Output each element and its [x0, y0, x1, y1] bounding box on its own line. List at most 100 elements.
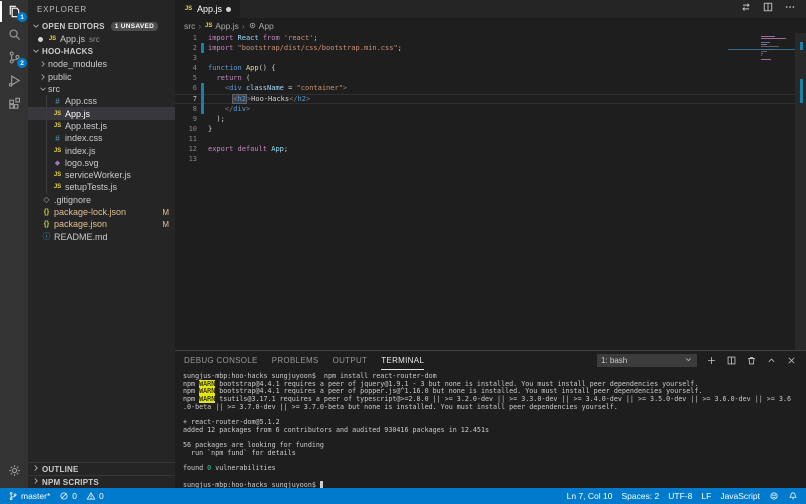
tree-file-index-js[interactable]: JS index.js	[28, 144, 175, 156]
unsaved-dot-icon[interactable]	[226, 6, 232, 12]
editor-scrollbar[interactable]	[795, 33, 806, 350]
outline-section-header[interactable]: OUTLINE	[28, 462, 175, 475]
file-label: logo.svg	[65, 157, 99, 168]
status-eol[interactable]: LF	[701, 491, 711, 501]
panel-tab-debug-console[interactable]: DEBUG CONSOLE	[184, 351, 258, 370]
status-language-mode[interactable]: JavaScript	[720, 491, 760, 501]
new-terminal-icon[interactable]	[706, 355, 717, 366]
tree-file--gitignore[interactable]: ◇ .gitignore	[28, 194, 175, 206]
status-label: JavaScript	[720, 491, 760, 501]
modified-overview-mark	[800, 79, 803, 103]
status-notifications[interactable]	[788, 491, 798, 501]
open-editor-description: src	[89, 34, 100, 44]
error-icon	[59, 491, 69, 501]
folder-label: node_modules	[48, 59, 108, 70]
code-line-4[interactable]: 4 function App() {	[175, 63, 806, 73]
breadcrumb-item-app[interactable]: App	[248, 21, 274, 31]
tab-app-js[interactable]: JS App.js	[175, 0, 241, 18]
close-panel-icon[interactable]	[786, 355, 797, 366]
code-line-9[interactable]: 9 );	[175, 114, 806, 124]
activity-item-extensions[interactable]	[0, 92, 28, 115]
unsaved-badge: 1 UNSAVED	[110, 22, 159, 31]
tree-file-app-css[interactable]: # App.css	[28, 95, 175, 107]
minimap-line	[761, 61, 793, 62]
status-label: UTF-8	[668, 491, 693, 501]
open-changes-icon[interactable]	[740, 0, 752, 18]
code-line-text: <h2>Hoo-Hacks</h2>	[232, 93, 311, 104]
more-actions-icon[interactable]	[784, 0, 796, 18]
status-git-branch[interactable]: master*	[8, 491, 50, 501]
json-file-icon: {}	[43, 220, 50, 228]
kill-terminal-icon[interactable]	[746, 355, 757, 366]
open-editor-item[interactable]: JS App.js src	[28, 33, 175, 45]
activity-item-source-control[interactable]: 2	[0, 46, 28, 69]
code-editor[interactable]: 1 import React from 'react'; 2 import "boot…	[175, 33, 806, 350]
panel-tab-terminal[interactable]: TERMINAL	[381, 351, 425, 370]
activity-item-run-and-debug[interactable]	[0, 69, 28, 92]
breadcrumb-separator: ›	[198, 20, 202, 31]
tree-file-app-test-js[interactable]: JS App.test.js	[28, 120, 175, 132]
tree-folder-public[interactable]: public	[28, 71, 175, 83]
code-line-7[interactable]: 7 <h2>Hoo-Hacks</h2>	[175, 93, 806, 104]
terminal-output[interactable]: sungjus-mbp:hoo-hacks sungjuyoon$ npm in…	[175, 370, 806, 488]
split-editor-icon[interactable]	[762, 0, 774, 18]
tree-file-readme-md[interactable]: ⓘ README.md	[28, 230, 175, 242]
terminal-shell-select[interactable]: 1: bash	[597, 354, 697, 367]
code-line-text: }	[208, 124, 213, 133]
breadcrumb-item-app-js[interactable]: JS App.js	[204, 21, 239, 31]
project-root-label: HOO-HACKS	[42, 47, 94, 57]
activity-item-manage[interactable]	[0, 459, 28, 482]
activity-bar: 12	[0, 0, 28, 488]
editor-tab-bar: JS App.js	[175, 0, 806, 18]
folder-label: src	[48, 84, 60, 95]
tree-file-setuptests-js[interactable]: JS setupTests.js	[28, 181, 175, 193]
open-editors-header[interactable]: OPEN EDITORS 1 UNSAVED	[28, 20, 175, 33]
file-label: App.test.js	[65, 120, 108, 131]
status-cursor-position[interactable]: Ln 7, Col 10	[567, 491, 613, 501]
status-encoding[interactable]: UTF-8	[668, 491, 692, 501]
open-editors-label: OPEN EDITORS	[42, 22, 105, 31]
status-indentation[interactable]: Spaces: 2	[621, 491, 659, 501]
code-line-2[interactable]: 2 import "bootstrap/dist/css/bootstrap.mi…	[175, 43, 806, 54]
code-line-1[interactable]: 1 import React from 'react';	[175, 33, 806, 43]
status-warnings[interactable]: 0	[86, 491, 104, 501]
minimap-line	[761, 38, 787, 40]
minimap[interactable]	[761, 36, 793, 63]
panel-tab-output[interactable]: OUTPUT	[333, 351, 368, 370]
activity-item-explorer[interactable]: 1	[0, 0, 28, 23]
code-line-5[interactable]: 5 return (	[175, 73, 806, 83]
npm-scripts-section-header[interactable]: NPM SCRIPTS	[28, 475, 175, 488]
code-line-10[interactable]: 10}	[175, 124, 806, 134]
tree-file-serviceworker-js[interactable]: JS serviceWorker.js	[28, 169, 175, 181]
status-errors[interactable]: 0	[59, 491, 77, 501]
code-line-text: import "bootstrap/dist/css/bootstrap.min…	[208, 44, 402, 53]
line-number: 6	[192, 84, 197, 93]
tree-file-package-lock-json[interactable]: {} package-lock.json M	[28, 206, 175, 218]
code-line-6[interactable]: 6 <div className = "container">	[175, 83, 806, 94]
line-number: 13	[188, 155, 197, 164]
tree-folder-src[interactable]: src	[28, 83, 175, 95]
project-root-header[interactable]: HOO-HACKS	[28, 45, 175, 58]
tree-file-package-json[interactable]: {} package.json M	[28, 218, 175, 230]
js-file-icon: JS	[53, 110, 62, 117]
activity-item-search[interactable]	[0, 23, 28, 46]
breadcrumb-item-src[interactable]: src	[184, 21, 195, 31]
tree-file-index-css[interactable]: # index.css	[28, 132, 175, 144]
status-feedback[interactable]	[769, 491, 779, 501]
code-line-13[interactable]: 13	[175, 154, 806, 164]
line-number: 9	[192, 114, 197, 123]
code-line-11[interactable]: 11	[175, 134, 806, 144]
folder-label: public	[48, 71, 72, 82]
split-terminal-icon[interactable]	[726, 355, 737, 366]
tree-file-app-js[interactable]: JS App.js	[28, 107, 175, 120]
code-line-8[interactable]: 8 </div>	[175, 103, 806, 114]
tree-file-logo-svg[interactable]: ◆ logo.svg	[28, 157, 175, 169]
chevron-down-icon	[38, 84, 48, 94]
code-line-12[interactable]: 12 export default App;	[175, 144, 806, 154]
file-label: App.js	[65, 108, 91, 119]
maximize-panel-icon[interactable]	[766, 355, 777, 366]
tree-folder-node-modules[interactable]: node_modules	[28, 58, 175, 70]
panel-tab-problems[interactable]: PROBLEMS	[272, 351, 319, 370]
code-line-3[interactable]: 3	[175, 53, 806, 63]
